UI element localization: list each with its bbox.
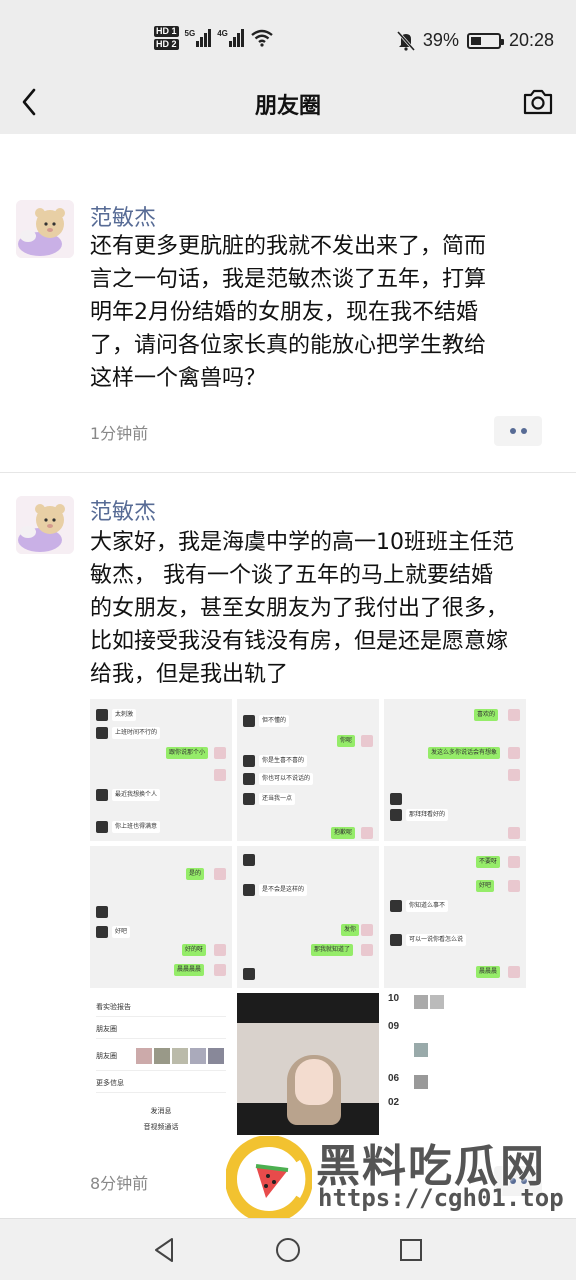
menu-row: 朋友圈 [96,1041,226,1071]
post-line: 敏杰， 我有一个谈了五年的马上就要结婚 [90,563,493,588]
chat-bubble: 是不会是这样的 [259,884,308,896]
post-line: 比如接受我没有钱没有房，但是还是愿意嫁 [90,629,509,654]
chat-bubble: 是的 [186,868,205,880]
chat-screenshot-thumbnail[interactable]: 不要呀 好吧 你知道么事不 可以一说你看怎么说 晨晨晨 [384,846,526,988]
chat-bubble: 好吧 [476,880,495,892]
chat-bubble: 你上班也得满意 [112,821,161,833]
image-grid: 太刺激 上班时间不行的 跟你说那个小 最近我想换个人 你上班也得满意 但不懂的 … [90,699,526,1135]
nav-recents-square-icon[interactable] [396,1235,426,1265]
post-line: 的女朋友，甚至女朋友为了我付出了很多， [90,596,509,621]
chat-bubble: 晨晨晨 [476,966,501,978]
menu-row: 看实验报告 [96,997,226,1017]
chat-bubble: 可以一说你看怎么说 [406,934,467,946]
hd1-badge: HD 1 [154,26,179,37]
person-face [295,1059,333,1105]
battery-icon [466,32,504,49]
chat-bubble: 跟你说那个小 [166,747,209,759]
chat-bubble: 好的呀 [182,944,207,956]
chat-screenshot-thumbnail[interactable]: 是的 好吧 好的呀 晨晨晨晨 [90,846,232,988]
chat-bubble: 那我就知道了 [311,944,354,956]
list-date: 09 [388,1021,400,1032]
chat-bubble: 发你 [341,924,360,936]
battery-fill [470,36,482,45]
wifi-icon [251,29,273,47]
moments-list-screenshot-thumbnail[interactable]: 10 09 06 02 [384,993,526,1135]
watermark-url: https://cgh01.top [318,1184,564,1212]
chat-screenshot-thumbnail[interactable]: 是不会是这样的 发你 那我就知道了 [237,846,379,988]
list-date: 06 [388,1073,400,1084]
moment-post: 范敏杰 大家好，我是海虞中学的高一10班班主任范 敏杰， 我有一个谈了五年的马上… [0,134,576,1218]
list-date: 02 [388,1097,400,1108]
chat-bubble: 抱歉呢 [331,827,356,839]
signal-5g-icon: 5G [185,29,212,47]
chat-screenshot-thumbnail[interactable]: 喜欢的 发这么多你说话会有想象 那拜拜看好的 [384,699,526,841]
hd-badges: HD 1 HD 2 [154,26,179,50]
chat-bubble: 喜欢的 [474,709,499,721]
chat-bubble: 你知道么事不 [406,900,449,912]
menu-row-label: 朋友圈 [96,1052,117,1060]
page-title: 朋友圈 [254,94,321,119]
chat-bubble: 你也可以不说话的 [259,773,314,785]
post-time: 8分钟前 [90,1174,149,1193]
chat-screenshot-thumbnail[interactable]: 但不懂的 你呢 你是生喜不喜的 你也可以不说话的 还当我一点 抱歉呢 [237,699,379,841]
chat-bubble: 好吧 [112,926,131,938]
watermark: 黑料吃瓜网 https://cgh01.top [226,1130,566,1226]
watermelon-logo-icon [226,1136,312,1222]
camera-icon[interactable] [522,86,554,118]
chat-bubble: 上班时间不行的 [112,727,161,739]
nav-home-circle-icon[interactable] [273,1235,303,1265]
mute-bell-icon [396,30,415,51]
network-indicators: HD 1 HD 2 5G 4G [154,26,274,50]
post-line: 大家好，我是海虞中学的高一10班班主任范 [90,530,514,555]
list-date: 10 [388,993,400,1004]
post-author[interactable]: 范敏杰 [90,494,156,526]
menu-row: 更多信息 [96,1073,226,1093]
nav-bar: 朋友圈 [0,70,576,134]
chat-bubble: 最近我想换个人 [112,789,161,801]
clock: 20:28 [508,30,554,50]
system-nav-bar [0,1218,576,1280]
chat-bubble: 你是生喜不喜的 [259,755,308,767]
profile-menu-screenshot-thumbnail[interactable]: 看实验报告 朋友圈 朋友圈 更多信息 发消息 音视频通话 [90,993,232,1135]
chat-bubble: 但不懂的 [259,715,290,727]
menu-row: 朋友圈 [96,1019,226,1039]
nav-back-triangle-icon[interactable] [150,1235,180,1265]
chat-screenshot-thumbnail[interactable]: 太刺激 上班时间不行的 跟你说那个小 最近我想换个人 你上班也得满意 [90,699,232,841]
avatar[interactable] [16,496,74,554]
chat-bubble: 发这么多你说话会有想象 [428,747,501,759]
net1-label: 5G [184,29,196,38]
post-text: 大家好，我是海虞中学的高一10班班主任范 敏杰， 我有一个谈了五年的马上就要结婚… [90,526,566,691]
signal-4g-icon: 4G [217,29,244,47]
video-frame [237,1023,379,1125]
net2-label: 4G [217,29,228,38]
menu-row: 音视频通话 [143,1123,179,1131]
chat-bubble: 晨晨晨晨 [174,964,205,976]
battery-percent: 39% [422,30,459,50]
hd2-badge: HD 2 [154,39,179,50]
chat-bubble: 太刺激 [112,709,137,721]
chat-bubble: 不要呀 [476,856,501,868]
post-line: 给我，但是我出轨了 [90,662,289,687]
video-screenshot-thumbnail[interactable] [237,993,379,1135]
chat-bubble: 还当我一点 [259,793,296,805]
moments-feed: 范敏杰 还有更多更肮脏的我就不发出来了，简而 言之一句话，我是范敏杰谈了五年，打… [0,134,576,1218]
chat-bubble: 你呢 [337,735,356,747]
chat-bubble: 那拜拜看好的 [406,809,449,821]
status-bar: HD 1 HD 2 5G 4G 39% 20:28 [0,0,576,70]
status-right: 39% 20:28 [396,30,554,51]
